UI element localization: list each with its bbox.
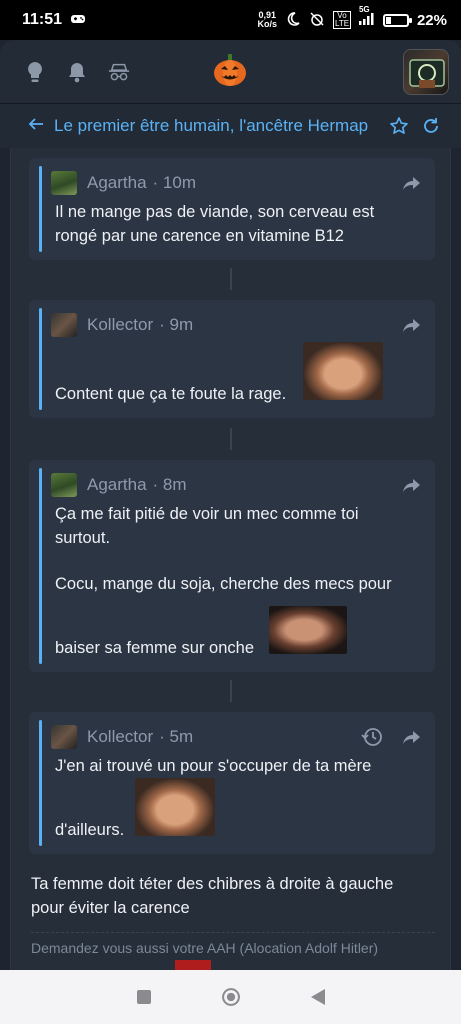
volte-icon: Vo LTE xyxy=(332,11,351,29)
battery-icon xyxy=(382,13,412,27)
status-bar: 11:51 0,91 Ko/s Vo LTE 5G 22% xyxy=(0,0,461,40)
quote-card: Kollector · 5m J'en ai trouvé un pour s'… xyxy=(29,712,435,854)
quote-author[interactable]: Kollector xyxy=(87,727,153,747)
sticker-image[interactable] xyxy=(135,778,215,836)
net-speed: 0,91 Ko/s xyxy=(257,10,277,29)
sticker-image[interactable] xyxy=(303,342,383,400)
topic-title[interactable]: Le premier être humain, l'ancêtre Hermap xyxy=(54,116,377,136)
quote-author[interactable]: Kollector xyxy=(87,315,153,335)
bell-icon[interactable] xyxy=(66,61,88,83)
quote-card: Agartha · 10m Il ne mange pas de viande,… xyxy=(29,158,435,260)
share-arrow-icon[interactable] xyxy=(401,314,423,336)
quote-time: · 5m xyxy=(159,727,194,746)
quote-card: Agartha · 8m Ça me fait pitié de voir un… xyxy=(29,460,435,672)
system-nav-bar xyxy=(0,970,461,1024)
topic-bar: Le premier être humain, l'ancêtre Hermap xyxy=(0,104,461,148)
sticker-image[interactable] xyxy=(269,606,347,654)
quote-author[interactable]: Agartha xyxy=(87,173,147,193)
history-icon[interactable] xyxy=(361,726,383,748)
message-thread: Agartha · 10m Il ne mange pas de viande,… xyxy=(10,148,451,970)
share-arrow-icon[interactable] xyxy=(401,474,423,496)
avatar[interactable] xyxy=(51,313,77,337)
incognito-icon[interactable] xyxy=(108,61,130,83)
avatar[interactable] xyxy=(403,48,449,95)
quote-time: · 10m xyxy=(152,173,197,192)
share-arrow-icon[interactable] xyxy=(401,726,423,748)
message-body: Ta femme doit téter des chibres à droite… xyxy=(31,875,394,917)
alarm-off-icon xyxy=(309,11,325,30)
refresh-icon[interactable] xyxy=(421,116,441,136)
back-button[interactable] xyxy=(308,987,328,1007)
app-header xyxy=(0,40,461,104)
quote-time: · 9m xyxy=(159,315,194,334)
battery-percent: 22% xyxy=(416,11,447,29)
signature: Demandez vous aussi votre AAH (Alocation… xyxy=(31,940,379,956)
lightbulb-icon[interactable] xyxy=(24,61,46,83)
avatar[interactable] xyxy=(51,725,77,749)
avatar[interactable] xyxy=(51,171,77,195)
moon-icon xyxy=(285,11,301,30)
gamepad-icon xyxy=(70,12,86,28)
star-icon[interactable] xyxy=(389,116,409,136)
signature-image xyxy=(175,960,211,970)
home-button[interactable] xyxy=(221,987,241,1007)
status-time: 11:51 xyxy=(22,11,63,28)
share-arrow-icon[interactable] xyxy=(401,172,423,194)
avatar[interactable] xyxy=(51,473,77,497)
quote-card: Kollector · 9m Content que ça te foute l… xyxy=(29,300,435,418)
signal-icon: 5G xyxy=(358,5,375,28)
back-arrow-icon[interactable] xyxy=(28,116,44,137)
recents-button[interactable] xyxy=(134,987,154,1007)
quote-author[interactable]: Agartha xyxy=(87,475,147,495)
signature-divider xyxy=(31,932,435,933)
pumpkin-icon[interactable] xyxy=(212,52,248,88)
quote-time: · 8m xyxy=(152,475,187,494)
